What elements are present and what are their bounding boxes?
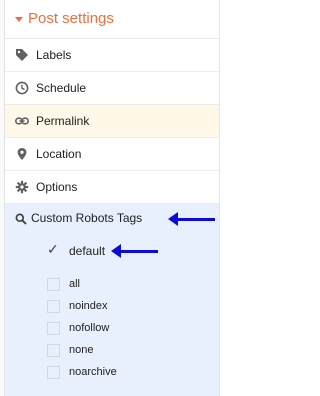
robots-option-label: all [69, 278, 81, 290]
menu-item-label: Labels [36, 48, 72, 62]
label-icon [16, 49, 28, 61]
robots-option-label: default [69, 244, 106, 258]
robots-option-label: none [69, 344, 94, 356]
right-panel-edge [219, 0, 223, 396]
checkbox-unchecked [47, 278, 60, 291]
menu-item-options[interactable]: Options [5, 171, 219, 204]
clock-icon [15, 81, 29, 95]
robots-option-label: noarchive [69, 366, 117, 378]
menu-item-label: Permalink [36, 114, 90, 128]
checkbox-unchecked [47, 300, 60, 313]
post-settings-title: Post settings [28, 10, 114, 27]
link-icon [15, 117, 29, 125]
menu-item-label: Schedule [36, 81, 87, 95]
annotation-arrow [168, 212, 215, 226]
checkbox-unchecked [47, 366, 60, 379]
menu-item-schedule[interactable]: Schedule [5, 72, 219, 105]
checkbox-unchecked [47, 322, 60, 335]
menu-item-label: Location [36, 147, 82, 161]
search-icon [15, 213, 27, 225]
checkmark-icon: ✓ [47, 241, 59, 257]
custom-robots-tags-section: Custom Robots Tags ✓ default all noindex… [5, 204, 219, 396]
menu-item-permalink[interactable]: Permalink [5, 105, 219, 138]
menu-item-labels[interactable]: Labels [5, 39, 219, 72]
menu-item-location[interactable]: Location [5, 138, 219, 171]
checkbox-unchecked [47, 344, 60, 357]
location-pin-icon [17, 148, 27, 160]
post-settings-panel: Post settings Labels Schedule Permalink … [5, 0, 219, 396]
menu-item-label: Options [36, 180, 78, 194]
caret-down-icon [15, 17, 23, 22]
robots-option-label: noindex [69, 300, 108, 312]
robots-option-label: nofollow [69, 322, 110, 334]
gear-icon [15, 180, 29, 194]
post-settings-header[interactable]: Post settings [5, 0, 219, 39]
custom-robots-tags-title: Custom Robots Tags [31, 211, 143, 225]
annotation-arrow [111, 244, 158, 258]
